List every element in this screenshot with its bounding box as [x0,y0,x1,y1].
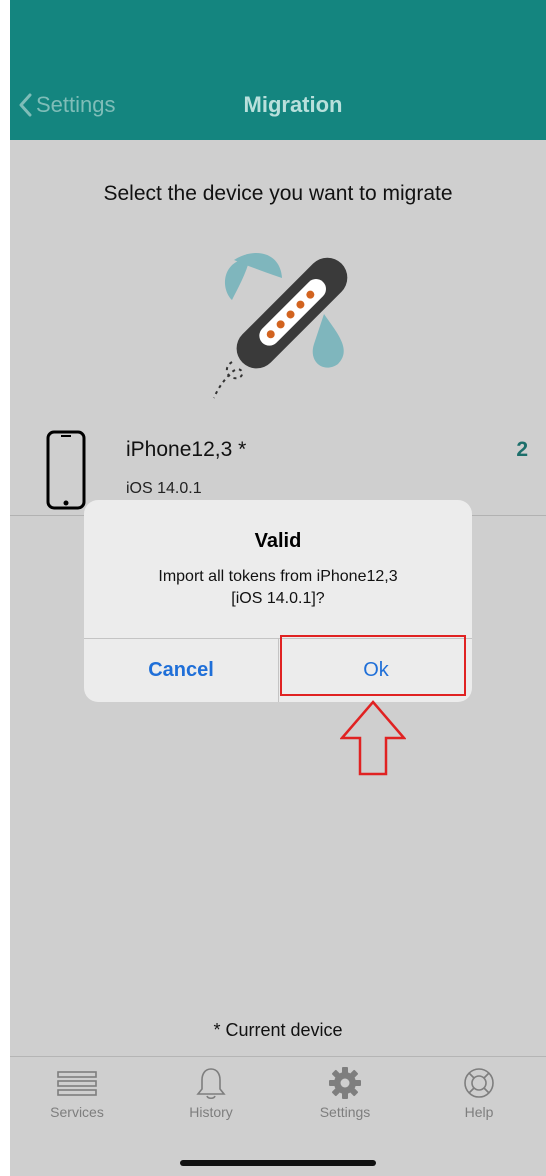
tab-label: Settings [319,1104,371,1120]
divider [10,1056,546,1057]
dialog-title: Valid [254,530,302,552]
device-name: iPhone12,3 * [126,438,247,461]
tab-help[interactable]: Help [412,1062,546,1134]
list-icon [57,1071,97,1096]
phone-icon [46,430,86,510]
bell-icon [196,1068,226,1100]
tab-services[interactable]: Services [10,1062,144,1134]
cancel-button[interactable]: Cancel [84,639,278,702]
tab-settings[interactable]: Settings [278,1062,412,1134]
confirm-dialog: Valid Import all tokens from iPhone12,3 … [84,500,472,702]
tab-label: Services [50,1104,104,1120]
ok-button[interactable]: Ok [279,639,472,702]
home-indicator[interactable] [180,1160,376,1166]
screen: Settings Migration Select the device you… [10,0,546,1176]
footnote: * Current device [213,1020,343,1040]
migration-illustration [213,253,348,399]
tab-label: History [189,1104,233,1120]
lifebuoy-icon [464,1068,494,1098]
nav-header: Settings Migration [10,0,546,140]
page-title: Migration [243,92,343,117]
gear-icon [329,1067,361,1099]
tab-history[interactable]: History [144,1062,278,1134]
dialog-message-line: Import all tokens from iPhone12,3 [158,568,398,585]
dialog-message-line: [iOS 14.0.1]? [231,590,325,607]
token-count: 2 [516,438,528,461]
instruction-text: Select the device you want to migrate [103,182,453,205]
arrow-up-icon [340,700,406,776]
tab-label: Help [464,1104,494,1120]
dialog-message: Import all tokens from iPhone12,3 [iOS 1… [104,566,452,610]
device-os: iOS 14.0.1 [126,480,202,497]
